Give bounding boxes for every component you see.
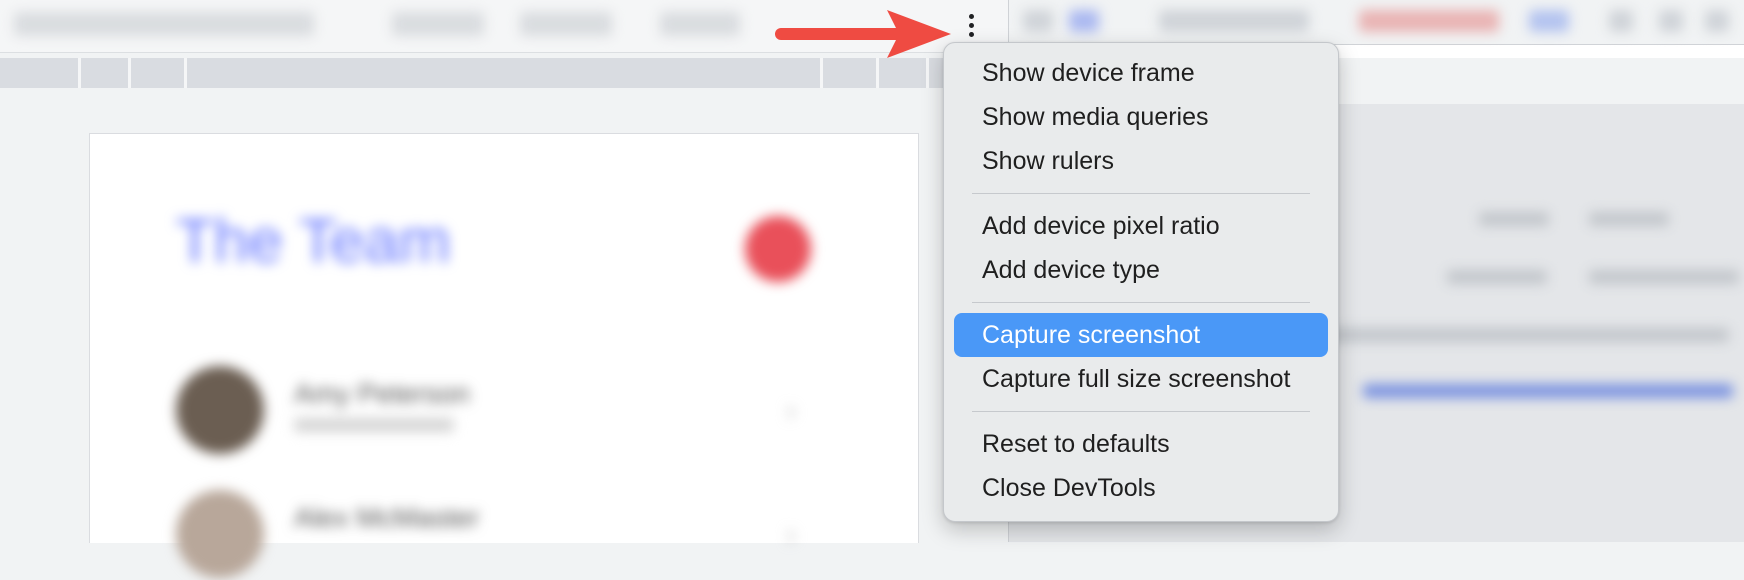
menu-item-add-device-pixel-ratio[interactable]: Add device pixel ratio — [954, 204, 1328, 248]
menu-item-close-devtools[interactable]: Close DevTools — [954, 466, 1328, 510]
list-item[interactable]: Alex McMaster › — [176, 490, 796, 580]
avatar — [176, 366, 264, 454]
width-input[interactable] — [392, 12, 484, 36]
menu-separator — [972, 302, 1310, 303]
menu-item-show-rulers[interactable]: Show rulers — [954, 139, 1328, 183]
more-options-icon[interactable] — [958, 8, 984, 42]
menu-item-show-device-frame[interactable]: Show device frame — [954, 51, 1328, 95]
red-arrow-annotation — [775, 10, 951, 58]
menu-item-capture-full-size-screenshot[interactable]: Capture full size screenshot — [954, 357, 1328, 401]
menu-separator — [972, 411, 1310, 412]
person-subtitle — [294, 418, 454, 432]
device-screen: The Team Amy Peterson › Alex McMaster › — [89, 133, 919, 578]
menu-item-show-media-queries[interactable]: Show media queries — [954, 95, 1328, 139]
menu-separator — [972, 193, 1310, 194]
menu-item-reset-to-defaults[interactable]: Reset to defaults — [954, 422, 1328, 466]
height-input[interactable] — [520, 12, 612, 36]
devtools-toolbar — [1009, 0, 1744, 45]
device-select[interactable] — [14, 12, 314, 36]
person-name: Amy Peterson — [294, 378, 470, 409]
page-heading: The Team — [176, 207, 451, 276]
menu-item-add-device-type[interactable]: Add device type — [954, 248, 1328, 292]
zoom-select[interactable] — [660, 12, 740, 36]
device-options-menu: Show device frame Show media queries Show … — [943, 42, 1339, 522]
chevron-right-icon: › — [786, 394, 796, 427]
person-name: Alex McMaster — [294, 502, 480, 533]
chevron-right-icon: › — [786, 518, 796, 551]
page-content-blurred: The Team Amy Peterson › Alex McMaster › — [90, 134, 918, 578]
menu-item-capture-screenshot[interactable]: Capture screenshot — [954, 313, 1328, 357]
add-button[interactable] — [745, 216, 811, 282]
avatar — [176, 490, 264, 578]
list-item[interactable]: Amy Peterson › — [176, 366, 796, 456]
